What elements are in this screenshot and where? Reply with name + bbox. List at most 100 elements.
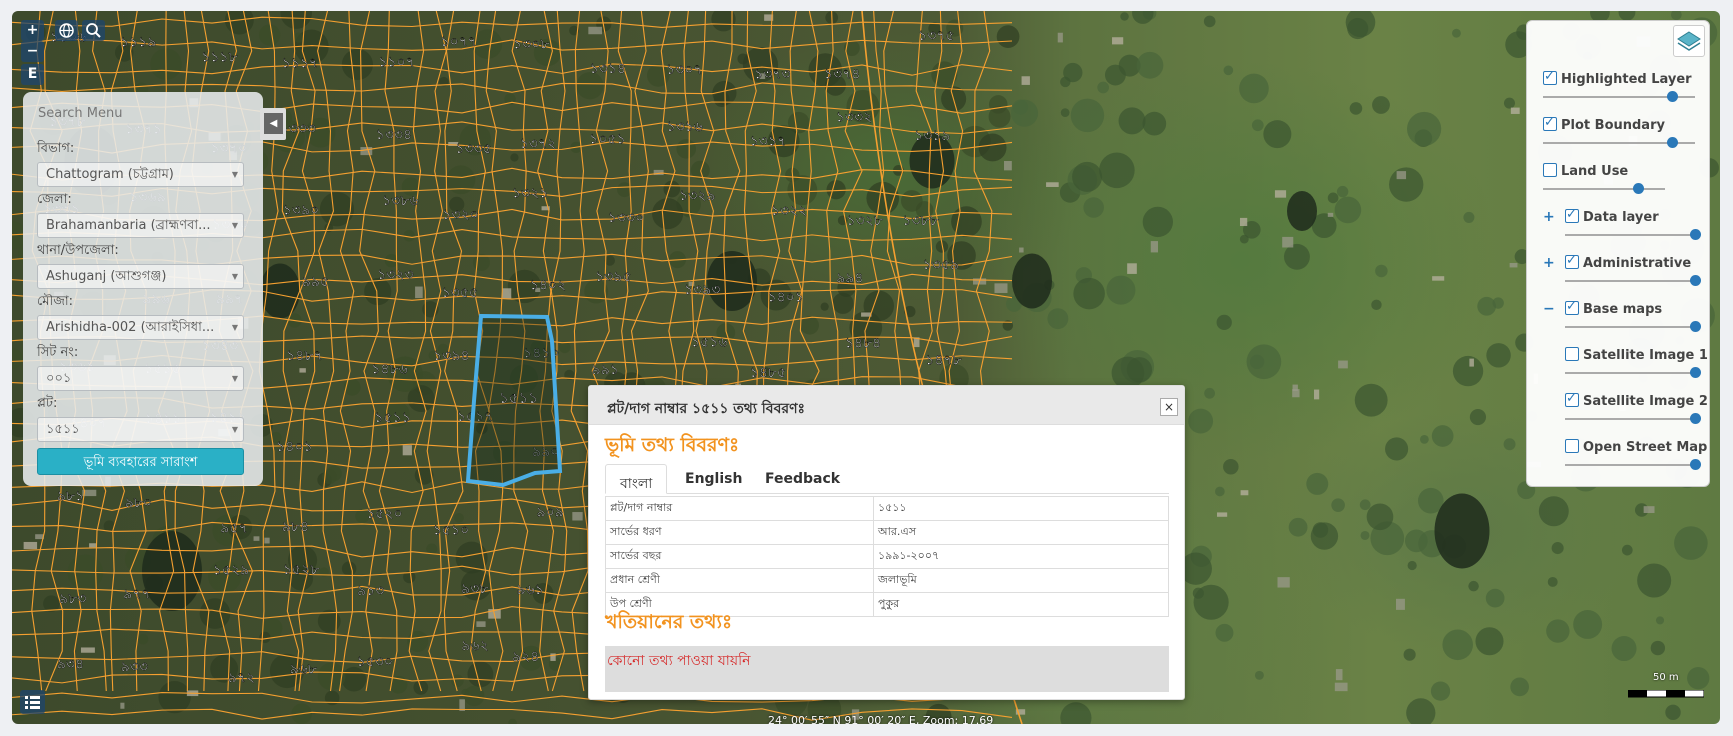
division-select[interactable]: Chattogram (চট্টগ্রাম) bbox=[37, 162, 244, 187]
search-map-button[interactable] bbox=[82, 20, 105, 41]
row-value: আর.এস bbox=[873, 520, 1169, 545]
slider-handle[interactable] bbox=[1690, 275, 1701, 286]
layer-checkbox[interactable] bbox=[1565, 347, 1579, 361]
tab-english[interactable]: English bbox=[685, 464, 742, 494]
slider-handle[interactable] bbox=[1667, 137, 1679, 148]
opacity-slider[interactable] bbox=[1565, 367, 1701, 378]
plot-label: ৯৬৮ bbox=[290, 662, 317, 678]
row-value: পুকুর bbox=[873, 592, 1169, 617]
layer-label: Highlighted Layer bbox=[1561, 72, 1692, 87]
plot-label: ৯৮৩ bbox=[59, 591, 86, 607]
collapse-panel-button[interactable]: ◀ bbox=[260, 108, 286, 140]
highlighted-plot-label: ১৫১১ bbox=[499, 389, 538, 407]
layer-checkbox[interactable] bbox=[1565, 391, 1579, 407]
layer-item[interactable]: Satellite Image 1 bbox=[1565, 347, 1708, 363]
upazila-select[interactable]: Ashuganj (আশুগঞ্জ) bbox=[37, 264, 244, 289]
layer-checkbox[interactable] bbox=[1543, 69, 1557, 85]
mouza-select[interactable]: Arishidha-002 (আরাইসিধা... bbox=[37, 315, 244, 340]
layer-checkbox[interactable] bbox=[1565, 207, 1579, 223]
plot-label: ১১০৭ bbox=[378, 55, 414, 71]
slider-handle[interactable] bbox=[1690, 229, 1701, 240]
opacity-slider[interactable] bbox=[1543, 137, 1695, 148]
layer-item[interactable]: Open Street Map bbox=[1565, 439, 1707, 455]
tab-feedback[interactable]: Feedback bbox=[765, 464, 840, 494]
district-label: জেলা: bbox=[37, 192, 72, 207]
opacity-slider[interactable] bbox=[1543, 91, 1695, 102]
extent-button[interactable]: E bbox=[21, 64, 44, 85]
layer-item[interactable]: − Base maps bbox=[1543, 299, 1663, 317]
layer-label: Base maps bbox=[1583, 302, 1663, 317]
plot-info-popup: প্লট/দাগ নাম্বার ১৫১১ তথ্য বিবরণঃ × ভূমি… bbox=[588, 385, 1185, 700]
scale-bar: 50 m bbox=[1627, 672, 1705, 702]
list-menu-button[interactable] bbox=[20, 690, 45, 714]
layer-item[interactable]: Land Use bbox=[1543, 163, 1628, 179]
row-key: প্লট/দাগ নাম্বার bbox=[605, 496, 874, 521]
layer-checkbox[interactable] bbox=[1565, 439, 1579, 453]
plot-label: ১৩২০ bbox=[442, 207, 478, 223]
opacity-slider[interactable] bbox=[1565, 321, 1701, 332]
plot-label: ১৩১৬ bbox=[667, 119, 703, 135]
layer-item[interactable]: Highlighted Layer bbox=[1543, 69, 1692, 87]
land-info-heading: ভূমি তথ্য বিবরণঃ bbox=[605, 434, 740, 456]
plot-label: ১১১৮ bbox=[201, 49, 237, 65]
opacity-slider[interactable] bbox=[1543, 183, 1665, 194]
district-select[interactable]: Brahamanbaria (ব্রাহ্মণবা... bbox=[37, 213, 244, 238]
row-value: ১৯৯১-২০০৭ bbox=[873, 544, 1169, 569]
layer-item[interactable]: Satellite Image 2 bbox=[1565, 391, 1708, 409]
slider-handle[interactable] bbox=[1690, 321, 1701, 332]
opacity-slider[interactable] bbox=[1565, 275, 1701, 286]
plot-label: ১১১৯ bbox=[120, 34, 156, 50]
slider-handle[interactable] bbox=[1690, 413, 1701, 424]
plot-label: ১৩৭৫ bbox=[918, 28, 954, 44]
plot-label: ১৩০৭ bbox=[666, 62, 702, 78]
plot-label: ১৪৮৭ bbox=[286, 348, 322, 364]
row-value: ১৫১১ bbox=[873, 496, 1169, 521]
layer-item[interactable]: + Data layer bbox=[1543, 207, 1659, 225]
plot-label: ১৩৮৬ bbox=[382, 193, 418, 209]
plot-label: ১৫৩০ bbox=[357, 654, 393, 670]
plot-label: ৯৫৭ bbox=[220, 520, 247, 536]
slider-handle[interactable] bbox=[1633, 183, 1645, 194]
expand-icon[interactable]: + bbox=[1543, 255, 1555, 271]
layer-item[interactable]: + Administrative bbox=[1543, 253, 1691, 271]
plot-label: ১৫২০ bbox=[366, 506, 402, 522]
collapse-icon[interactable]: − bbox=[1543, 301, 1555, 317]
layers-toggle-button[interactable] bbox=[1673, 25, 1705, 57]
plot-label: প্লট: bbox=[37, 396, 58, 411]
layer-checkbox[interactable] bbox=[1565, 299, 1579, 315]
khatian-heading: খতিয়ানের তথ্যঃ bbox=[605, 611, 733, 633]
layer-label: Plot Boundary bbox=[1561, 118, 1665, 133]
opacity-slider[interactable] bbox=[1565, 413, 1701, 424]
plot-label: ১০৭৭ bbox=[441, 34, 477, 50]
close-icon[interactable]: × bbox=[1160, 398, 1178, 416]
slider-handle[interactable] bbox=[1690, 459, 1701, 470]
plot-label: ৯০৯ bbox=[536, 505, 563, 521]
table-row: প্রধান শ্রেণী জলাভূমি bbox=[605, 568, 1169, 593]
slider-handle[interactable] bbox=[1690, 367, 1701, 378]
slider-handle[interactable] bbox=[1667, 91, 1679, 102]
plot-label: ৯৮০ bbox=[125, 495, 152, 511]
plot-label: ১৩৩৪ bbox=[376, 127, 412, 143]
plot-label: ১৩৯৫ bbox=[595, 269, 631, 285]
layer-checkbox[interactable] bbox=[1543, 163, 1557, 177]
globe-button[interactable] bbox=[55, 20, 78, 41]
plot-label: ৯৬২ bbox=[461, 638, 488, 654]
layer-item[interactable]: Plot Boundary bbox=[1543, 115, 1665, 133]
expand-icon[interactable]: + bbox=[1543, 209, 1555, 225]
tab-bangla[interactable]: বাংলা bbox=[605, 464, 668, 494]
layer-label: Open Street Map bbox=[1583, 440, 1708, 455]
land-use-summary-button[interactable]: ভূমি ব্যবহারের সারাংশ bbox=[37, 448, 244, 475]
plot-label: ১৩০৮ bbox=[513, 37, 549, 53]
layer-checkbox[interactable] bbox=[1543, 115, 1557, 131]
plot-select[interactable]: ১৫১১ bbox=[37, 417, 244, 442]
layer-checkbox[interactable] bbox=[1565, 253, 1579, 269]
zoom-out-button[interactable]: − bbox=[21, 41, 44, 62]
chevron-left-icon: ◀ bbox=[264, 113, 283, 134]
opacity-slider[interactable] bbox=[1565, 459, 1701, 470]
plot-label: ১৪৭৮ bbox=[925, 352, 961, 368]
zoom-in-button[interactable]: + bbox=[21, 20, 44, 41]
plot-label: ৯৮১ bbox=[57, 489, 84, 505]
opacity-slider[interactable] bbox=[1565, 229, 1701, 240]
sheet-select[interactable]: ০০১ bbox=[37, 366, 244, 391]
plot-label: ১০৫১ bbox=[589, 132, 625, 148]
